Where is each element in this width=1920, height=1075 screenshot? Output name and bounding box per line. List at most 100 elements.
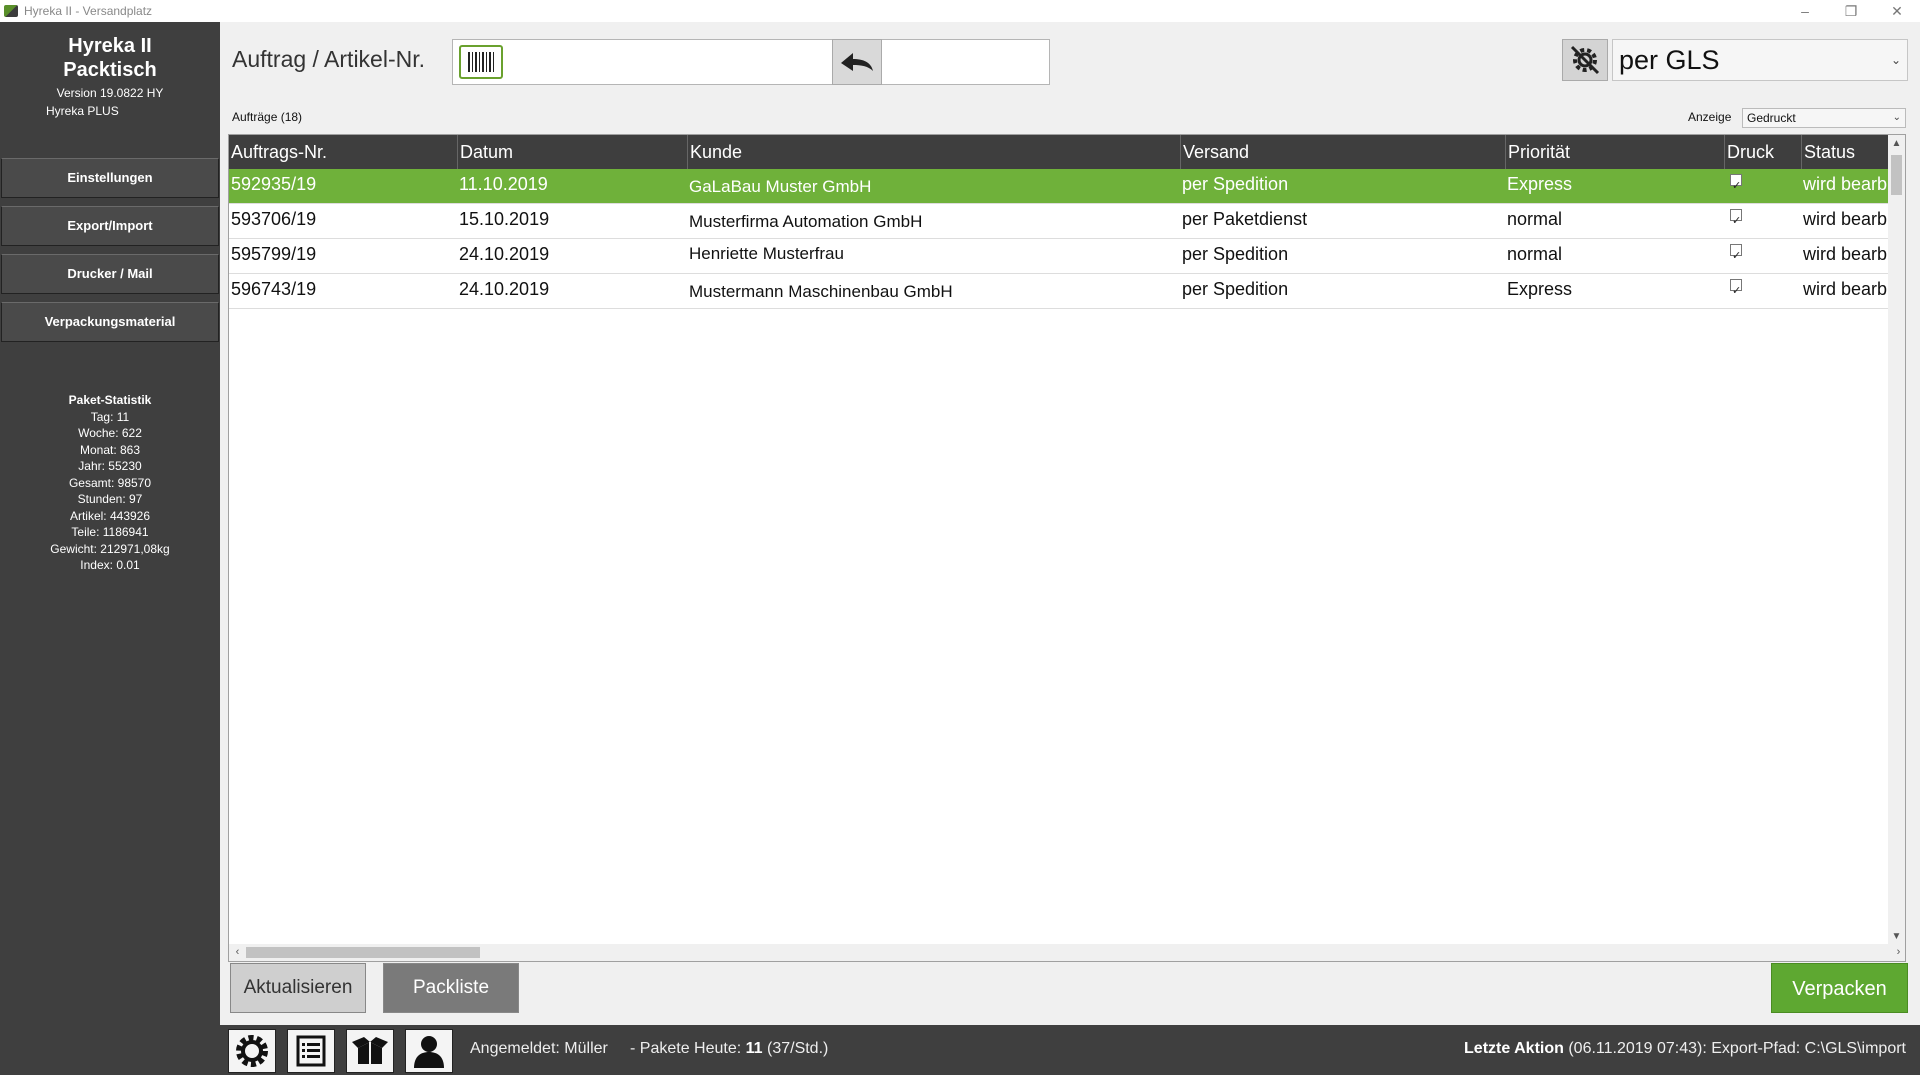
orders-count: Aufträge (18)	[232, 110, 303, 124]
vertical-scrollbar[interactable]: ▲ ▼	[1888, 135, 1905, 945]
carrier-value: per GLS	[1619, 45, 1720, 75]
app-version: Version 19.0822 HY	[56, 86, 164, 100]
stat-line-parts: Teile: 1186941	[71, 525, 149, 539]
cell-date: 11.10.2019	[459, 174, 548, 194]
cell-priority: Express	[1507, 174, 1573, 194]
print-checkbox[interactable]	[1730, 206, 1742, 236]
column-header-priority[interactable]: Priorität	[1505, 135, 1724, 169]
stat-line-week: Woche: 622	[78, 426, 142, 440]
cell-customer: Mustermann Maschinenbau GmbH	[689, 282, 953, 301]
pack-button[interactable]: Verpacken	[1771, 963, 1908, 1013]
cell-status: wird bearb	[1803, 244, 1888, 264]
stat-line-day: Tag: 11	[90, 409, 130, 424]
settings-button[interactable]: Einstellungen	[1, 158, 219, 198]
app-icon	[4, 5, 18, 17]
package-shortcut-button[interactable]	[346, 1029, 394, 1073]
scroll-down-icon[interactable]: ▼	[1888, 928, 1905, 945]
cell-order-nr: 596743/19	[231, 279, 317, 299]
packages-today-label: - Pakete Heute:	[630, 1040, 746, 1057]
stat-line-year: Jahr: 55230	[78, 459, 142, 473]
cell-shipping: per Spedition	[1182, 279, 1289, 299]
table-row[interactable]: 595799/19 24.10.2019 Henriette Musterfra…	[229, 239, 1889, 274]
cell-order-nr: 593706/19	[231, 209, 317, 229]
print-checkbox[interactable]	[1730, 241, 1742, 271]
table-row[interactable]: 592935/19 11.10.2019 GaLaBau Muster GmbH…	[229, 169, 1889, 204]
packages-today-rate: (37/Std.)	[762, 1040, 829, 1057]
cell-status: wird bearb	[1803, 174, 1888, 194]
filter-select[interactable]: Gedruckt ⌄	[1742, 108, 1906, 128]
cell-customer: GaLaBau Muster GmbH	[689, 177, 872, 196]
scroll-up-icon[interactable]: ▲	[1888, 135, 1905, 152]
scroll-left-icon[interactable]: ‹	[229, 944, 246, 961]
list-shortcut-button[interactable]	[287, 1029, 335, 1073]
title-bar: Hyreka II - Versandplatz – ❐ ✕	[0, 0, 1920, 22]
packlist-button[interactable]: Packliste	[383, 963, 519, 1013]
printer-mail-button[interactable]: Drucker / Mail	[1, 254, 219, 294]
print-checkbox[interactable]	[1730, 171, 1742, 201]
close-button[interactable]: ✕	[1874, 0, 1920, 22]
cell-date: 24.10.2019	[459, 244, 550, 264]
package-statistics: Paket-Statistik Tag: 11 Woche: 622 Monat…	[0, 392, 220, 574]
column-header-date[interactable]: Datum	[457, 135, 687, 169]
application-window: Hyreka II - Versandplatz – ❐ ✕ Hyreka II…	[0, 0, 1920, 1075]
column-header-status[interactable]: Status	[1801, 135, 1889, 169]
back-button[interactable]	[832, 39, 882, 85]
cell-order-nr: 595799/19	[231, 244, 317, 264]
window-controls: – ❐ ✕	[1782, 0, 1920, 22]
stat-line-total: Gesamt: 98570	[68, 475, 152, 490]
window-title: Hyreka II - Versandplatz	[24, 4, 153, 18]
list-icon	[296, 1035, 326, 1067]
column-header-order-nr[interactable]: Auftrags-Nr.	[229, 135, 457, 169]
export-import-button[interactable]: Export/Import	[1, 206, 219, 246]
chevron-down-icon: ⌄	[1892, 112, 1901, 123]
scroll-right-icon[interactable]: ›	[1890, 944, 1905, 961]
table-row[interactable]: 593706/19 15.10.2019 Musterfirma Automat…	[229, 204, 1889, 239]
column-header-shipping[interactable]: Versand	[1180, 135, 1505, 169]
filter-label: Anzeige	[1688, 110, 1732, 124]
cell-shipping: per Paketdienst	[1182, 209, 1308, 229]
cell-date: 24.10.2019	[459, 279, 550, 299]
cell-status: wird bearb	[1803, 209, 1888, 229]
search-label: Auftrag / Artikel-Nr.	[232, 46, 426, 72]
stat-line-articles: Artikel: 443926	[69, 508, 151, 523]
cell-date: 15.10.2019	[459, 209, 550, 229]
cell-print	[1724, 204, 1801, 238]
settings-shortcut-button[interactable]	[228, 1029, 276, 1073]
cell-customer: Henriette Musterfrau	[689, 244, 844, 263]
cell-priority: Express	[1507, 279, 1573, 299]
stat-line-month: Monat: 863	[79, 442, 141, 457]
cell-priority: normal	[1507, 209, 1563, 229]
app-name-line2: Packtisch	[63, 59, 157, 81]
cell-order-nr: 592935/19	[231, 174, 317, 194]
app-edition: Hyreka PLUS	[46, 104, 119, 118]
chevron-down-icon: ⌄	[1890, 53, 1901, 67]
refresh-button[interactable]: Aktualisieren	[230, 963, 366, 1013]
search-input[interactable]	[452, 39, 1050, 85]
carrier-settings-button[interactable]	[1562, 39, 1608, 81]
column-header-print[interactable]: Druck	[1724, 135, 1801, 169]
packages-today-count: 11	[745, 1040, 763, 1057]
print-checkbox[interactable]	[1730, 276, 1742, 306]
horizontal-scrollbar[interactable]: ‹ ›	[229, 944, 1905, 961]
last-action-label: Letzte Aktion	[1464, 1040, 1564, 1057]
restore-button[interactable]: ❐	[1828, 0, 1874, 22]
last-action-text: (06.11.2019 07:43): Export-Pfad: C:\GLS\…	[1563, 1040, 1906, 1057]
app-name: Hyreka II Packtisch	[0, 34, 220, 82]
status-bar: Angemeldet: Müller - Pakete Heute: 11 (3…	[220, 1025, 1920, 1075]
horizontal-scroll-thumb[interactable]	[246, 947, 480, 958]
vertical-scroll-thumb[interactable]	[1891, 155, 1902, 195]
gear-icon	[236, 1035, 268, 1067]
barcode-icon	[459, 45, 503, 79]
cell-shipping: per Spedition	[1182, 174, 1289, 194]
packaging-material-button[interactable]: Verpackungsmaterial	[1, 302, 219, 342]
user-icon	[414, 1036, 444, 1068]
cell-customer: Musterfirma Automation GmbH	[689, 212, 923, 231]
column-header-customer[interactable]: Kunde	[687, 135, 1180, 169]
carrier-select[interactable]: per GLS ⌄	[1612, 39, 1908, 81]
table-row[interactable]: 596743/19 24.10.2019 Mustermann Maschine…	[229, 274, 1889, 309]
sidebar: Hyreka II Packtisch Version 19.0822 HY H…	[0, 22, 220, 1075]
minimize-button[interactable]: –	[1782, 0, 1828, 22]
user-shortcut-button[interactable]	[405, 1029, 453, 1073]
filter-value: Gedruckt	[1747, 111, 1796, 125]
cell-priority: normal	[1507, 244, 1563, 264]
